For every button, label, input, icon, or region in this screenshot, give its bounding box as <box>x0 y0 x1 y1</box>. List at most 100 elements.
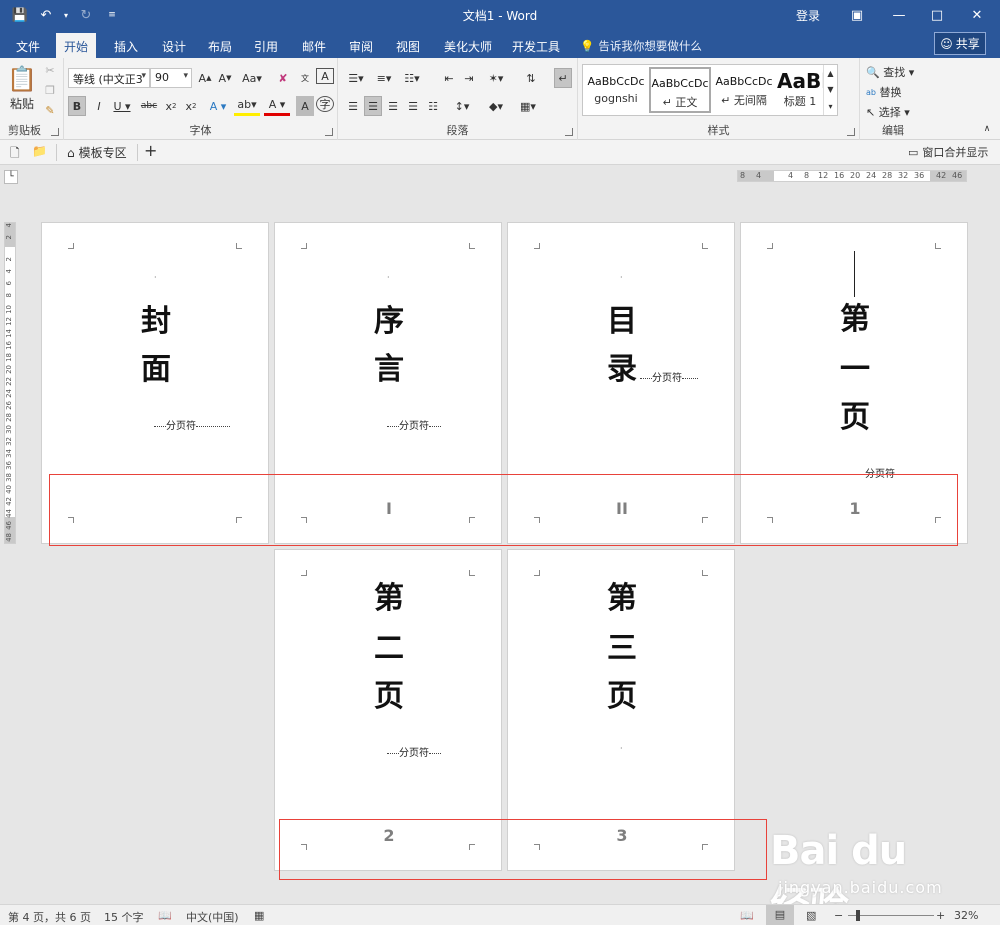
gallery-more-icon[interactable]: ▾ <box>823 97 837 115</box>
minimize-button[interactable]: — <box>878 0 920 30</box>
distributed-icon[interactable]: ☷ <box>424 96 442 116</box>
open-folder-icon[interactable]: 📁 <box>32 144 47 158</box>
style-gognshi[interactable]: AaBbCcDc gognshi <box>585 67 647 113</box>
phonetic-guide-icon[interactable]: 文 <box>296 68 314 88</box>
tab-file[interactable]: 文件 <box>8 33 48 58</box>
gallery-up-icon[interactable]: ▲ <box>823 65 837 81</box>
horizontal-ruler[interactable]: 8 4 4 8 12 16 20 24 28 32 36 42 46 <box>737 170 967 182</box>
sort-icon[interactable]: ⇅ <box>522 68 540 88</box>
bullets-icon[interactable]: ☰▾ <box>344 68 368 88</box>
gallery-down-icon[interactable]: ▼ <box>823 81 837 97</box>
zoom-out-icon[interactable]: − <box>834 909 843 922</box>
highlight-icon[interactable]: ab▾ <box>234 96 260 116</box>
add-tab-button[interactable]: + <box>144 141 157 160</box>
tab-design[interactable]: 设计 <box>154 33 194 58</box>
share-button[interactable]: ☺ 共享 <box>934 32 986 55</box>
style-heading-1[interactable]: AaBl 标题 1 <box>777 67 823 113</box>
read-mode-icon[interactable]: 📖 <box>740 909 754 922</box>
page-break-label: 分页符 <box>399 421 429 432</box>
word-count[interactable]: 15 个字 <box>104 909 144 925</box>
template-zone-tab[interactable]: ⌂ 模板专区 <box>56 144 138 161</box>
language[interactable]: 中文(中国) <box>186 909 239 925</box>
tab-mailings[interactable]: 邮件 <box>294 33 334 58</box>
character-border-icon[interactable]: A <box>316 68 334 84</box>
paste-icon[interactable]: 📋 <box>7 62 37 96</box>
zoom-level[interactable]: 32% <box>954 909 978 922</box>
borders-icon[interactable]: ▦▾ <box>516 96 540 116</box>
superscript-button[interactable]: x2 <box>182 96 200 116</box>
zoom-slider[interactable] <box>848 915 934 916</box>
login-link[interactable]: 登录 <box>796 7 820 24</box>
strikethrough-button[interactable]: abc <box>138 96 160 116</box>
page-break-label: 分页符 <box>166 421 196 432</box>
subscript-button[interactable]: x2 <box>162 96 180 116</box>
maximize-button[interactable]: □ <box>916 0 958 30</box>
shrink-font-icon[interactable]: A ▼ <box>216 68 234 88</box>
cut-icon[interactable]: ✂ <box>42 62 58 78</box>
ribbon-display-options-icon[interactable]: ▣ <box>836 0 878 30</box>
page-count[interactable]: 第 4 页，共 6 页 <box>8 909 91 925</box>
select-button[interactable]: ↖ 选择 ▾ <box>866 102 924 122</box>
paste-button[interactable]: 粘贴 <box>6 96 38 111</box>
font-name-combo[interactable]: 等线 (中文正3 ▾ <box>68 68 150 88</box>
tab-insert[interactable]: 插入 <box>106 33 146 58</box>
clear-format-icon[interactable]: ✘ <box>274 68 292 88</box>
paragraph-mark: · <box>154 273 157 282</box>
tab-home[interactable]: 开始 <box>56 33 97 58</box>
justify-icon[interactable]: ☰ <box>404 96 422 116</box>
styles-launcher-icon[interactable] <box>847 128 855 136</box>
align-left-icon[interactable]: ☰ <box>344 96 362 116</box>
decrease-indent-icon[interactable]: ⇤ <box>440 68 458 88</box>
align-right-icon[interactable]: ☰ <box>384 96 402 116</box>
font-color-icon[interactable]: A ▾ <box>264 96 290 116</box>
increase-indent-icon[interactable]: ⇥ <box>460 68 478 88</box>
zoom-in-icon[interactable]: + <box>936 909 945 922</box>
tab-review[interactable]: 审阅 <box>341 33 381 58</box>
template-zone-label: 模板专区 <box>78 146 127 160</box>
tab-layout[interactable]: 布局 <box>200 33 240 58</box>
macro-icon[interactable]: ▦ <box>254 909 264 922</box>
multilevel-list-icon[interactable]: ☷▾ <box>400 68 424 88</box>
shading-icon[interactable]: ◆▾ <box>484 96 508 116</box>
format-painter-icon[interactable]: ✎ <box>42 102 58 118</box>
tab-references[interactable]: 引用 <box>246 33 286 58</box>
new-document-icon[interactable]: 🗋 <box>10 144 20 165</box>
text-effects-icon[interactable]: A ▾ <box>206 96 230 116</box>
character-shading-icon[interactable]: A <box>296 96 314 116</box>
proofing-icon[interactable]: 📖 <box>158 909 172 922</box>
ruler-tick: 20 <box>850 171 861 180</box>
numbering-icon[interactable]: ≡▾ <box>372 68 396 88</box>
style-no-spacing[interactable]: AaBbCcDc ↵ 无间隔 <box>713 67 775 113</box>
line-spacing-icon[interactable]: ↕▾ <box>450 96 474 116</box>
find-button[interactable]: 🔍 查找 ▾ <box>866 62 924 82</box>
underline-button[interactable]: U ▾ <box>110 96 134 116</box>
tab-selector[interactable]: └ <box>4 170 18 184</box>
show-marks-icon[interactable]: ↵ <box>554 68 572 88</box>
print-layout-icon[interactable]: ▤ <box>766 905 794 925</box>
copy-icon[interactable]: ❐ <box>42 82 58 98</box>
style-normal[interactable]: AaBbCcDc ↵ 正文 <box>649 67 711 113</box>
grow-font-icon[interactable]: A ▲ <box>196 68 214 88</box>
paragraph-launcher-icon[interactable] <box>565 128 573 136</box>
web-layout-icon[interactable]: ▧ <box>806 909 816 922</box>
close-button[interactable]: ✕ <box>956 0 998 30</box>
tell-me-box[interactable]: 💡 告诉我你想要做什么 <box>580 38 702 54</box>
clipboard-launcher-icon[interactable] <box>51 128 59 136</box>
replace-button[interactable]: ab 替换 <box>866 82 924 102</box>
ruler-tick: 12 <box>5 317 13 326</box>
enclose-characters-icon[interactable]: 字 <box>316 96 334 112</box>
tab-view[interactable]: 视图 <box>388 33 428 58</box>
tab-beautify[interactable]: 美化大师 <box>436 33 500 58</box>
collapse-ribbon-icon[interactable]: ∧ <box>980 122 994 136</box>
vertical-ruler[interactable]: 4 2 2 4 6 8 10 12 14 16 18 20 22 24 26 2… <box>4 222 16 544</box>
font-size-combo[interactable]: 90 ▾ <box>150 68 192 88</box>
merge-windows-button[interactable]: ▭ 窗口合并显示 <box>908 144 988 160</box>
italic-button[interactable]: I <box>90 96 108 116</box>
tab-developer[interactable]: 开发工具 <box>504 33 568 58</box>
bold-button[interactable]: B <box>68 96 86 116</box>
change-case-icon[interactable]: Aa▾ <box>240 68 264 88</box>
font-launcher-icon[interactable] <box>325 128 333 136</box>
asian-layout-icon[interactable]: ✶▾ <box>484 68 508 88</box>
zoom-slider-thumb[interactable] <box>856 910 860 921</box>
align-center-icon[interactable]: ☰ <box>364 96 382 116</box>
